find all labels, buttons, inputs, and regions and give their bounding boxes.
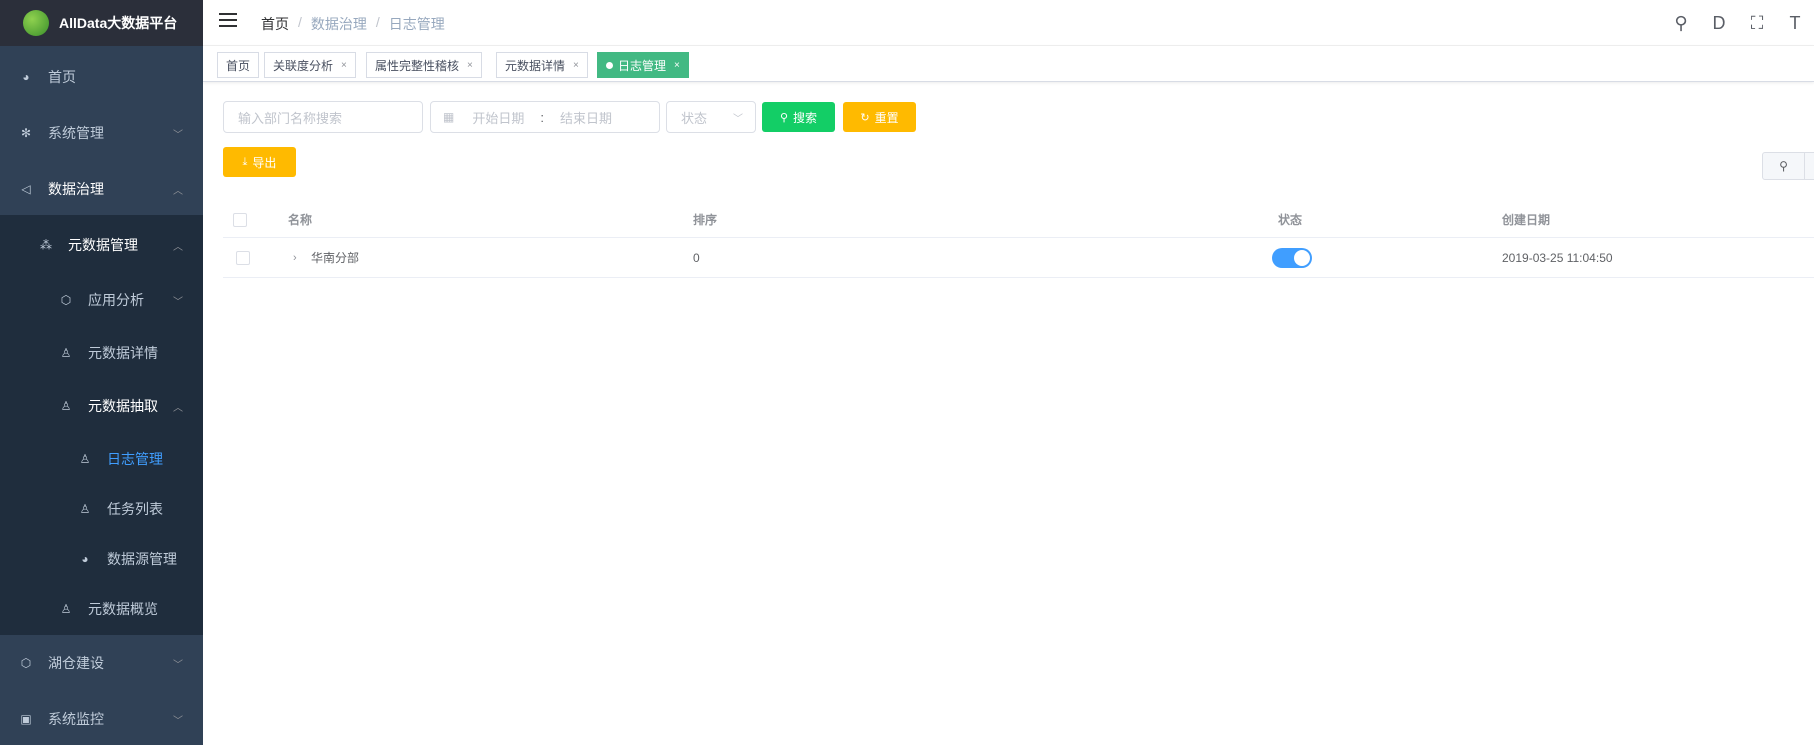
breadcrumb-current: 日志管理: [388, 16, 445, 32]
tag-home[interactable]: 首页: [217, 52, 260, 78]
header-actions: ⚲ D ⛶ T: [1662, 12, 1814, 34]
refresh-icon: ↻: [860, 111, 870, 124]
send-icon: ◁: [21, 182, 31, 196]
active-dot-icon: [606, 61, 613, 69]
sidebar-item-system-management[interactable]: ✻ 系统管理 ﹀: [0, 110, 203, 156]
breadcrumb: 首页 / 数据治理 / 日志管理: [261, 14, 445, 34]
chevron-right-icon[interactable]: ›: [293, 238, 297, 277]
tag-attribute-completeness[interactable]: 属性完整性稽核 ×: [366, 52, 482, 78]
sidebar-item-system-monitor[interactable]: ▣ 系统监控 ﹀: [0, 696, 203, 742]
gear-icon: ✻: [20, 126, 32, 140]
end-date-input[interactable]: 结束日期: [560, 108, 612, 127]
sidebar-item-metadata-detail[interactable]: ♙ 元数据详情: [0, 330, 203, 376]
row-name: 华南分部: [311, 251, 360, 265]
user-icon: ♙: [60, 602, 72, 616]
row-sort: 0: [693, 250, 700, 265]
select-all-checkbox[interactable]: [233, 202, 247, 237]
export-button[interactable]: ⤓ 导出: [223, 147, 296, 177]
close-icon[interactable]: ×: [573, 60, 579, 71]
status-switch[interactable]: [1272, 238, 1312, 277]
column-header-status: 状态: [1278, 213, 1303, 227]
sidebar-item-datasource-management[interactable]: ◕ 数据源管理: [0, 536, 203, 582]
document-icon[interactable]: D: [1700, 12, 1738, 34]
chevron-down-icon: ﹀: [173, 296, 183, 308]
chevron-up-icon: ︿: [173, 241, 183, 253]
close-icon[interactable]: ×: [467, 60, 473, 71]
chevron-up-icon: ︿: [173, 402, 183, 414]
sidebar-item-lakehouse[interactable]: ⬡ 湖仓建设 ﹀: [0, 640, 203, 686]
fullscreen-icon[interactable]: ⛶: [1738, 12, 1776, 34]
sidebar-item-metadata-extract[interactable]: ♙ 元数据抽取 ︿: [0, 383, 203, 429]
search-button[interactable]: ⚲ 搜索: [762, 102, 835, 132]
table-refresh-button[interactable]: [1805, 152, 1814, 180]
dashboard-icon: ◕: [81, 552, 89, 566]
breadcrumb-separator: /: [298, 14, 302, 30]
status-select[interactable]: 状态 ﹀: [666, 101, 756, 133]
reset-button[interactable]: ↻ 重置: [843, 102, 916, 132]
date-range-picker[interactable]: ▦ 开始日期 : 结束日期: [430, 101, 660, 133]
monitor-icon: ▣: [20, 712, 32, 726]
column-header-name: 名称: [288, 213, 313, 227]
app-title: AllData大数据平台: [59, 15, 178, 31]
logo-icon: [23, 10, 49, 36]
calendar-icon: ▦: [443, 110, 455, 124]
breadcrumb-data-governance: 数据治理: [310, 16, 367, 32]
user-icon: ♙: [79, 502, 91, 516]
user-icon: ♙: [60, 399, 72, 413]
cube-icon: ⬡: [60, 293, 72, 307]
row-checkbox[interactable]: [236, 238, 250, 277]
navbar: 首页 / 数据治理 / 日志管理 ⚲ D ⛶ T: [203, 0, 1814, 46]
chevron-down-icon: ﹀: [733, 113, 743, 125]
sidebar-item-task-list[interactable]: ♙ 任务列表: [0, 486, 203, 532]
sidebar-item-home[interactable]: ◕ 首页: [0, 54, 203, 100]
chevron-down-icon: ﹀: [173, 715, 183, 727]
close-icon[interactable]: ×: [341, 60, 347, 71]
cube-icon: ⬡: [20, 656, 32, 670]
sidebar: AllData大数据平台 ◕ 首页 ✻ 系统管理 ﹀ ◁ 数据治理 ︿ ⁂ 元数…: [0, 0, 203, 745]
data-table: 名称 排序 状态 创建日期 › 华南分部 0 2019-03-25 11:04:…: [223, 202, 1814, 278]
hamburger-icon[interactable]: [219, 13, 237, 29]
start-date-input[interactable]: 开始日期: [472, 108, 524, 127]
download-icon: ⤓: [242, 155, 248, 168]
search-icon: ⚲: [1779, 159, 1788, 173]
search-icon[interactable]: ⚲: [1662, 12, 1700, 34]
tree-icon: ⁂: [40, 238, 52, 252]
breadcrumb-separator: /: [375, 14, 380, 30]
tag-relevance-analysis[interactable]: 关联度分析 ×: [264, 52, 356, 78]
chevron-down-icon: ﹀: [173, 659, 183, 671]
sidebar-item-log-management[interactable]: ♙ 日志管理: [0, 436, 203, 482]
breadcrumb-home[interactable]: 首页: [261, 14, 289, 34]
department-name-input[interactable]: 输入部门名称搜索: [223, 101, 423, 133]
dashboard-icon: ◕: [22, 70, 30, 84]
chevron-up-icon: ︿: [173, 185, 183, 197]
tag-metadata-detail[interactable]: 元数据详情 ×: [496, 52, 588, 78]
sidebar-item-data-governance[interactable]: ◁ 数据治理 ︿: [0, 166, 203, 212]
chevron-down-icon: ﹀: [173, 129, 183, 141]
column-header-sort: 排序: [693, 213, 718, 227]
sidebar-item-app-analysis[interactable]: ⬡ 应用分析 ﹀: [0, 277, 203, 323]
close-icon[interactable]: ×: [674, 60, 680, 71]
sidebar-logo[interactable]: AllData大数据平台: [0, 0, 203, 46]
tags-view: 首页 关联度分析 × 属性完整性稽核 × 元数据详情 × 日志管理 ×: [203, 46, 1814, 82]
table-row[interactable]: › 华南分部 0 2019-03-25 11:04:50: [223, 238, 1814, 278]
user-icon: ♙: [79, 452, 91, 466]
tag-log-management[interactable]: 日志管理 ×: [597, 52, 689, 78]
table-header: 名称 排序 状态 创建日期: [223, 202, 1814, 238]
sidebar-item-metadata-overview[interactable]: ♙ 元数据概览: [0, 586, 203, 632]
sidebar-item-metadata-management[interactable]: ⁂ 元数据管理 ︿: [0, 222, 203, 268]
row-created-date: 2019-03-25 11:04:50: [1502, 250, 1613, 265]
user-icon: ♙: [60, 346, 72, 360]
table-search-toggle-button[interactable]: ⚲: [1762, 152, 1805, 180]
font-size-icon[interactable]: T: [1776, 12, 1814, 34]
search-icon: ⚲: [779, 111, 789, 124]
range-separator: :: [540, 109, 544, 125]
column-header-created: 创建日期: [1502, 213, 1551, 227]
